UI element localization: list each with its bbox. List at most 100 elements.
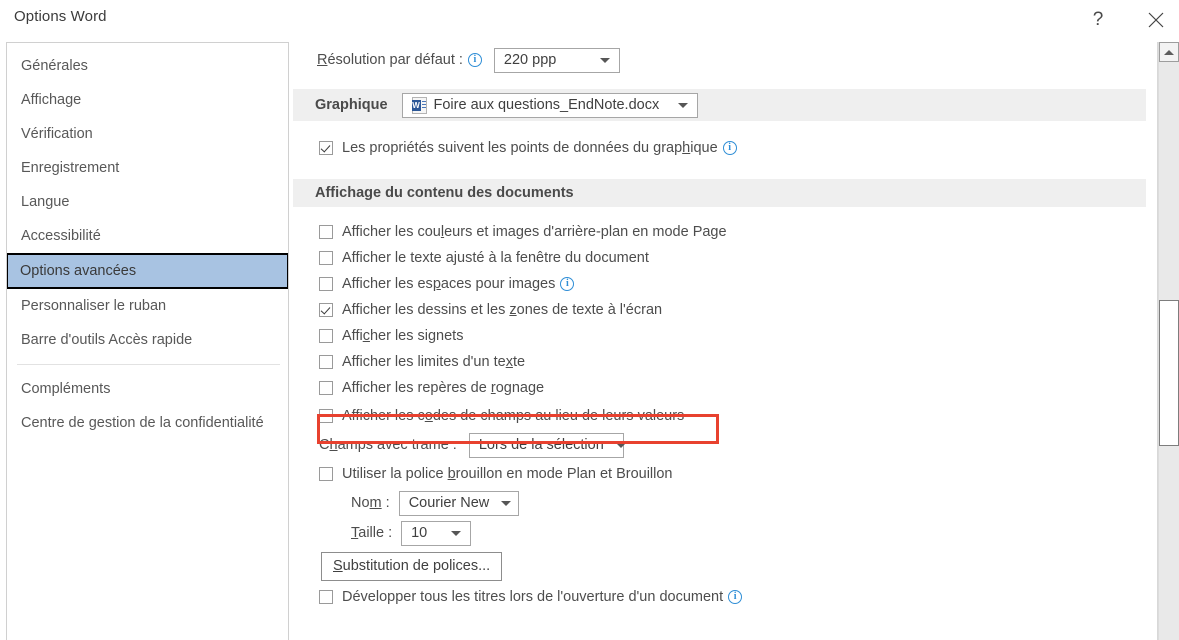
draft-font-name-label: Nom : bbox=[351, 495, 390, 511]
show-text-boundaries-row: Afficher les limites d'un texte bbox=[319, 349, 1146, 375]
font-substitution-row: Substitution de polices... bbox=[293, 548, 1146, 584]
expand-all-headings-label: Développer tous les titres lors de l'ouv… bbox=[342, 589, 724, 605]
question-mark-icon: ? bbox=[1092, 9, 1104, 30]
document-content-checkbox-list: Afficher les couleurs et images d'arrièr… bbox=[293, 207, 1146, 430]
sidebar-separator bbox=[17, 364, 280, 365]
show-drawings-textboxes-checkbox[interactable] bbox=[319, 303, 333, 317]
field-shading-combobox[interactable]: Lors de la sélection bbox=[468, 432, 626, 458]
default-resolution-combobox[interactable]: 220 ppp bbox=[493, 47, 620, 73]
show-bookmarks-checkbox[interactable] bbox=[319, 329, 333, 343]
sidebar-item-personnaliser-le-ruban[interactable]: Personnaliser le ruban bbox=[7, 289, 288, 323]
scroll-up-arrow-icon[interactable] bbox=[1159, 42, 1179, 62]
sidebar-item-complements[interactable]: Compléments bbox=[7, 372, 288, 406]
chevron-down-icon bbox=[439, 530, 470, 536]
document-content-display-section-header: Affichage du contenu des documents bbox=[293, 179, 1146, 207]
sidebar-item-label: Vérification bbox=[21, 126, 93, 142]
sidebar-item-centre-de-gestion-confidentialite[interactable]: Centre de gestion de la confidentialité bbox=[7, 406, 288, 440]
vertical-scrollbar[interactable] bbox=[1158, 42, 1179, 640]
sidebar-item-label: Personnaliser le ruban bbox=[21, 298, 167, 314]
draft-font-size-row: Taille : 10 bbox=[293, 518, 1146, 548]
close-button[interactable] bbox=[1133, 0, 1179, 40]
default-resolution-label: Résolution par défaut : bbox=[317, 52, 463, 68]
sidebar-item-label: Langue bbox=[21, 194, 70, 210]
show-background-colors-label: Afficher les couleurs et images d'arrièr… bbox=[342, 224, 727, 240]
field-shading-row: Champs avec trame : Lors de la sélection bbox=[293, 430, 1146, 460]
title-bar: Options Word ? bbox=[0, 0, 1179, 40]
dialog-title: Options Word bbox=[14, 8, 107, 25]
sidebar-item-affichage[interactable]: Affichage bbox=[7, 83, 288, 117]
sidebar-item-enregistrement[interactable]: Enregistrement bbox=[7, 151, 288, 185]
graphique-document-value: Foire aux questions_EndNote.docx bbox=[433, 97, 660, 113]
show-background-colors-row: Afficher les couleurs et images d'arrièr… bbox=[319, 219, 1146, 245]
chevron-down-icon bbox=[604, 442, 635, 448]
help-button[interactable]: ? bbox=[1075, 0, 1121, 40]
draft-font-name-combobox[interactable]: Courier New bbox=[398, 490, 520, 516]
expand-all-headings-checkbox[interactable] bbox=[319, 590, 333, 604]
word-icon-letter: W bbox=[411, 99, 421, 111]
properties-follow-datapoints-label: Les propriétés suivent les points de don… bbox=[342, 140, 718, 156]
sidebar-item-label: Compléments bbox=[21, 381, 111, 397]
word-document-icon: W bbox=[411, 96, 427, 114]
show-crop-marks-checkbox[interactable] bbox=[319, 381, 333, 395]
sidebar-item-label: Affichage bbox=[21, 92, 82, 108]
show-text-wrapped-label: Afficher le texte ajusté à la fenêtre du… bbox=[342, 250, 649, 266]
font-substitution-button[interactable]: Substitution de polices... bbox=[321, 551, 503, 581]
draft-font-size-combobox[interactable]: 10 bbox=[401, 520, 472, 546]
sidebar-item-label: Accessibilité bbox=[21, 228, 101, 244]
sidebar-item-label: Options avancées bbox=[20, 263, 137, 279]
draft-font-size-label: Taille : bbox=[351, 525, 393, 541]
sidebar-item-options-avancees[interactable]: Options avancées bbox=[7, 253, 288, 289]
show-background-colors-checkbox[interactable] bbox=[319, 225, 333, 239]
sidebar-item-label: Enregistrement bbox=[21, 160, 120, 176]
graphique-label: Graphique bbox=[315, 97, 388, 113]
sidebar-item-label: Barre d'outils Accès rapide bbox=[21, 332, 193, 348]
sidebar-item-barre-outils-acces-rapide[interactable]: Barre d'outils Accès rapide bbox=[7, 323, 288, 357]
show-field-codes-row: Afficher les codes de champs au lieu de … bbox=[319, 401, 1146, 430]
show-picture-placeholders-checkbox[interactable] bbox=[319, 277, 333, 291]
sidebar-item-langue[interactable]: Langue bbox=[7, 185, 288, 219]
graphique-band: Graphique W Foire aux questions_EndNote.… bbox=[293, 89, 1146, 121]
properties-follow-datapoints-row: Les propriétés suivent les points de don… bbox=[293, 135, 1146, 161]
sidebar-item-accessibilite[interactable]: Accessibilité bbox=[7, 219, 288, 253]
info-icon[interactable]: i bbox=[728, 590, 743, 604]
options-content-pane: Résolution par défaut : i 220 ppp Graphi… bbox=[293, 42, 1173, 640]
show-bookmarks-row: Afficher les signets bbox=[319, 323, 1146, 349]
field-shading-label: Champs avec trame : bbox=[319, 437, 457, 453]
default-resolution-row: Résolution par défaut : i 220 ppp bbox=[293, 42, 1146, 78]
close-icon bbox=[1148, 12, 1164, 28]
scrollbar-thumb[interactable] bbox=[1159, 300, 1179, 446]
graphique-document-combobox[interactable]: W Foire aux questions_EndNote.docx bbox=[401, 92, 698, 118]
show-picture-placeholders-row: Afficher les espaces pour images i bbox=[319, 271, 1146, 297]
section-title: Affichage du contenu des documents bbox=[315, 185, 574, 201]
show-text-boundaries-checkbox[interactable] bbox=[319, 355, 333, 369]
draft-font-name-value: Courier New bbox=[408, 495, 490, 511]
chevron-down-icon bbox=[588, 57, 619, 63]
sidebar-item-generales[interactable]: Générales bbox=[7, 49, 288, 83]
show-text-boundaries-label: Afficher les limites d'un texte bbox=[342, 354, 526, 370]
use-draft-font-checkbox[interactable] bbox=[319, 467, 333, 481]
show-drawings-textboxes-row: Afficher les dessins et les zones de tex… bbox=[319, 297, 1146, 323]
use-draft-font-row: Utiliser la police brouillon en mode Pla… bbox=[293, 460, 1146, 488]
expand-all-headings-row: Développer tous les titres lors de l'ouv… bbox=[293, 584, 1146, 610]
chevron-down-icon bbox=[666, 102, 697, 108]
show-drawings-textboxes-label: Afficher les dessins et les zones de tex… bbox=[342, 302, 663, 318]
show-crop-marks-label: Afficher les repères de rognage bbox=[342, 380, 545, 396]
sidebar-item-label: Centre de gestion de la confidentialité bbox=[21, 415, 264, 431]
info-icon[interactable]: i bbox=[467, 53, 482, 67]
properties-follow-datapoints-checkbox[interactable] bbox=[319, 141, 333, 155]
show-picture-placeholders-label: Afficher les espaces pour images bbox=[342, 276, 556, 292]
info-icon[interactable]: i bbox=[560, 277, 575, 291]
sidebar-item-verification[interactable]: Vérification bbox=[7, 117, 288, 151]
info-icon[interactable]: i bbox=[722, 141, 737, 155]
word-options-dialog: Options Word ? Générales Affichage Vérif… bbox=[0, 0, 1179, 640]
font-substitution-button-label: Substitution de polices... bbox=[333, 558, 491, 574]
draft-font-size-value: 10 bbox=[411, 525, 428, 541]
show-text-wrapped-checkbox[interactable] bbox=[319, 251, 333, 265]
use-draft-font-label: Utiliser la police brouillon en mode Pla… bbox=[342, 466, 673, 482]
chevron-down-icon bbox=[489, 500, 520, 506]
show-bookmarks-label: Afficher les signets bbox=[342, 328, 464, 344]
show-text-wrapped-row: Afficher le texte ajusté à la fenêtre du… bbox=[319, 245, 1146, 271]
category-sidebar[interactable]: Générales Affichage Vérification Enregis… bbox=[6, 42, 289, 640]
show-field-codes-checkbox[interactable] bbox=[319, 408, 333, 423]
show-crop-marks-row: Afficher les repères de rognage bbox=[319, 375, 1146, 401]
